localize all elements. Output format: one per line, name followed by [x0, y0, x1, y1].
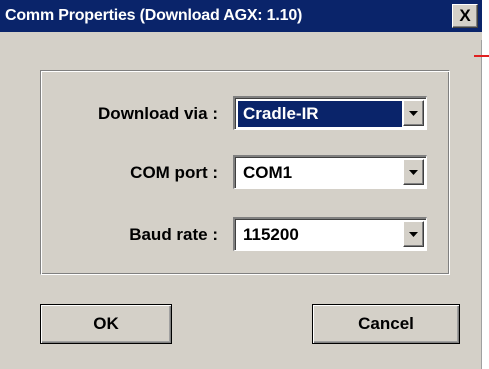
- baud-rate-value: 115200: [243, 225, 299, 244]
- chevron-down-icon: [409, 170, 418, 175]
- ok-button[interactable]: OK: [40, 304, 172, 344]
- baud-rate-label: Baud rate :: [129, 225, 218, 244]
- com-port-label: COM port :: [130, 163, 218, 182]
- com-port-value: COM1: [243, 163, 293, 182]
- com-port-dropdown-button[interactable]: [403, 159, 424, 185]
- com-port-select[interactable]: COM1: [233, 155, 427, 189]
- cancel-button[interactable]: Cancel: [312, 304, 460, 344]
- download-via-label: Download via :: [98, 104, 218, 123]
- close-button[interactable]: X: [452, 4, 478, 28]
- comm-properties-dialog: Comm Properties (Download AGX: 1.10) X D…: [0, 0, 489, 369]
- download-via-dropdown-button[interactable]: [403, 100, 424, 126]
- title-bar[interactable]: Comm Properties (Download AGX: 1.10) X: [0, 0, 482, 32]
- baud-rate-dropdown-button[interactable]: [403, 221, 424, 247]
- chevron-down-icon: [409, 232, 418, 237]
- download-via-value: Cradle-IR: [238, 101, 402, 127]
- download-via-select[interactable]: Cradle-IR: [233, 96, 427, 130]
- chevron-down-icon: [409, 111, 418, 116]
- window-edge-divider: [481, 40, 482, 369]
- red-marker-line: [474, 55, 489, 57]
- close-icon: X: [459, 6, 471, 25]
- baud-rate-select[interactable]: 115200: [233, 217, 427, 251]
- dialog-title: Comm Properties (Download AGX: 1.10): [5, 7, 303, 24]
